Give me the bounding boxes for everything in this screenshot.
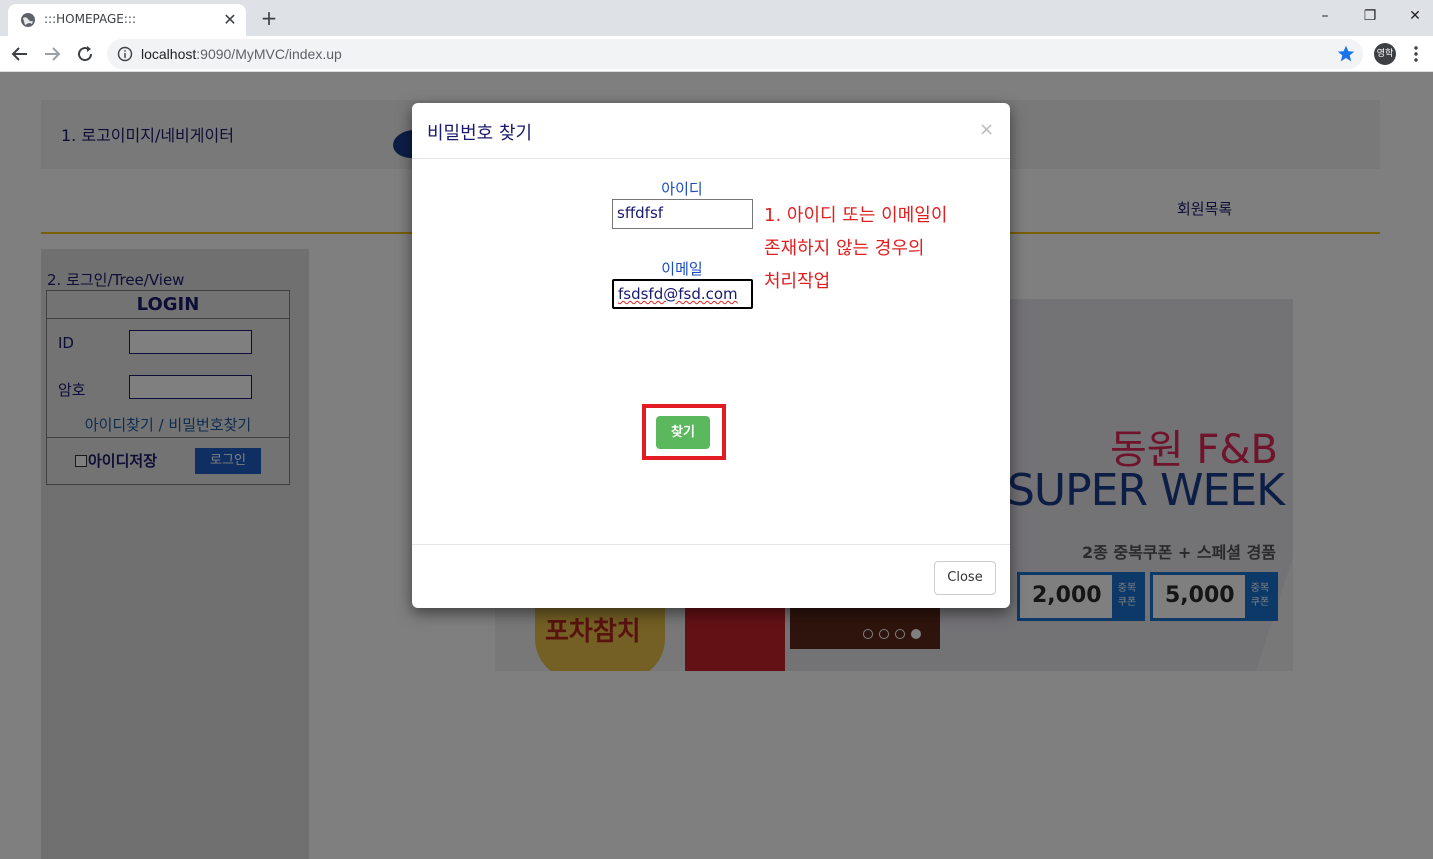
userid-input[interactable]: sffdfsf xyxy=(612,199,753,229)
tab-title: :::HOMEPAGE::: xyxy=(44,12,137,26)
modal-footer: Close xyxy=(412,544,1010,608)
forward-icon[interactable] xyxy=(40,42,64,66)
menu-icon[interactable] xyxy=(1406,44,1426,64)
userid-value: sffdfsf xyxy=(617,204,664,222)
email-value: fsdsfd@fsd.com xyxy=(618,285,738,303)
address-bar[interactable]: localhost:9090/MyMVC/index.up xyxy=(107,39,1363,69)
modal-header: 비밀번호 찾기 × xyxy=(412,103,1010,159)
close-icon[interactable]: × xyxy=(979,119,994,140)
window-close-button[interactable]: ✕ xyxy=(1392,4,1433,28)
browser-tab[interactable]: :::HOMEPAGE::: ✕ xyxy=(8,4,246,36)
close-button[interactable]: Close xyxy=(934,561,996,595)
annotation-line: 존재하지 않는 경우의 xyxy=(764,238,925,259)
browser-tab-bar: :::HOMEPAGE::: ✕ + – ❐ ✕ xyxy=(0,0,1433,36)
annotation-line: 1. 아이디 또는 이메일이 xyxy=(764,205,948,226)
star-icon[interactable] xyxy=(1335,43,1357,65)
email-input[interactable]: fsdsfd@fsd.com xyxy=(612,279,753,309)
url-path: :9090/MyMVC/index.up xyxy=(196,46,342,62)
minimize-button[interactable]: – xyxy=(1302,4,1348,28)
back-icon[interactable] xyxy=(8,42,32,66)
reload-icon[interactable] xyxy=(73,42,97,66)
find-button[interactable]: 찾기 xyxy=(656,416,710,449)
annotation-line: 처리작업 xyxy=(764,271,831,292)
url-host: localhost xyxy=(141,46,197,62)
userid-label: 아이디 xyxy=(661,180,703,198)
email-label: 이메일 xyxy=(661,260,703,278)
tab-close-icon[interactable]: ✕ xyxy=(220,10,240,30)
modal-title: 비밀번호 찾기 xyxy=(427,123,533,144)
find-password-modal: 비밀번호 찾기 × 아이디 sffdfsf 이메일 fsdsfd@fsd.com… xyxy=(412,103,1010,608)
new-tab-button[interactable]: + xyxy=(256,6,282,30)
url-text[interactable]: localhost:9090/MyMVC/index.up xyxy=(141,46,342,62)
globe-icon xyxy=(21,13,35,27)
browser-toolbar: localhost:9090/MyMVC/index.up 영학 xyxy=(0,36,1433,72)
restore-button[interactable]: ❐ xyxy=(1347,4,1393,28)
annotation-note: 1. 아이디 또는 이메일이 존재하지 않는 경우의 처리작업 xyxy=(764,199,947,298)
info-icon[interactable] xyxy=(117,46,133,62)
profile-avatar[interactable]: 영학 xyxy=(1374,43,1396,65)
